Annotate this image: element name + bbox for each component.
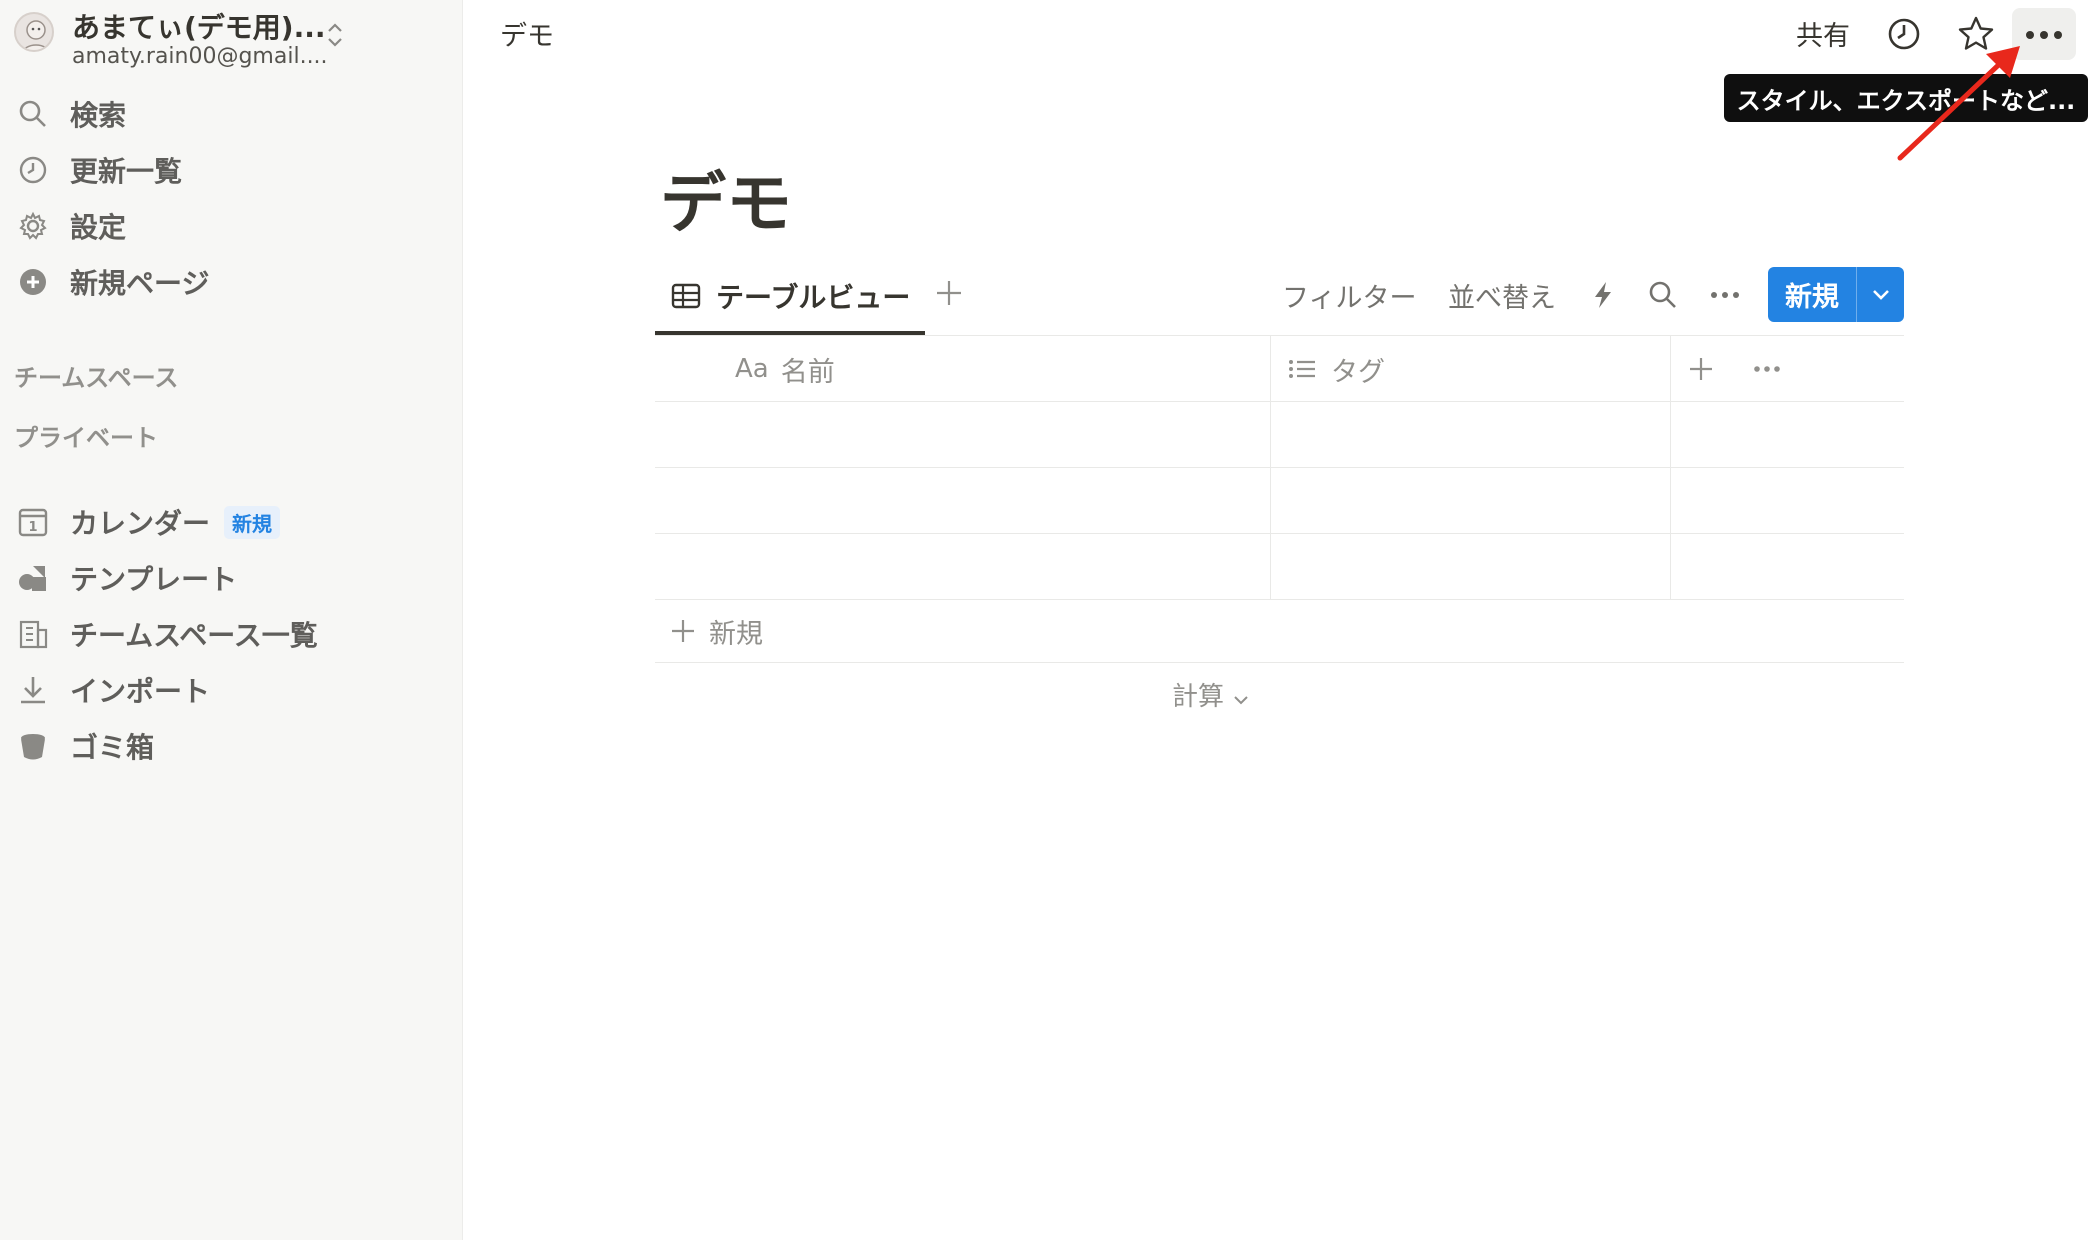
sidebar-item-label: 設定 [70,211,127,244]
table-row[interactable] [655,402,1904,468]
ellipsis-icon[interactable] [1708,278,1742,312]
add-view-icon[interactable] [934,278,964,308]
sidebar-item-templates[interactable]: テンプレート [16,556,237,600]
lightning-icon[interactable] [1586,278,1620,312]
table-icon [670,280,702,312]
share-button[interactable]: 共有 [1796,14,1850,53]
sidebar-item-label: カレンダー [70,507,211,540]
section-teamspace[interactable]: チームスペース [14,358,178,393]
sidebar-item-trash[interactable]: ゴミ箱 [16,724,154,768]
calculate-button[interactable]: 計算 [1172,676,1250,713]
column-header-name[interactable]: Aa 名前 [735,351,835,388]
column-header-tag[interactable]: タグ [1287,351,1385,388]
sidebar-item-label: 更新一覧 [70,155,183,188]
section-private[interactable]: プライベート [14,418,158,453]
table-row[interactable] [655,468,1904,534]
avatar [14,12,54,52]
divider [655,662,1904,663]
add-column-icon[interactable] [1687,351,1715,387]
sidebar-item-label: 新規ページ [70,267,210,300]
calendar-icon: 1 [16,505,50,539]
filter-button[interactable]: フィルター [1282,276,1416,315]
page-title[interactable]: デモ [660,150,792,246]
tab-label: テーブルビュー [716,281,911,314]
plus-circle-icon [16,265,50,299]
workspace-name: あまてぃ(デモ用)... [72,11,326,44]
column-label: 名前 [780,356,835,388]
workspace-email: amaty.rain00@gmail.... [72,44,328,69]
sidebar: あまてぃ(デモ用)... amaty.rain00@gmail.... 検索 更… [0,0,463,1240]
divider [655,335,1904,336]
shapes-icon [16,561,50,595]
chevron-down-icon[interactable] [1857,267,1904,322]
trash-icon [16,729,50,763]
calculate-label: 計算 [1172,682,1225,712]
new-button-label: 新規 [1785,282,1839,313]
table-row[interactable] [655,534,1904,600]
divider [655,599,1904,600]
new-button[interactable]: 新規 [1768,267,1904,322]
sidebar-item-updates[interactable]: 更新一覧 [16,148,182,192]
text-type-icon: Aa [735,354,769,384]
clock-icon [16,153,50,187]
sidebar-item-import[interactable]: インポート [16,668,210,712]
column-label: タグ [1331,356,1385,388]
chevron-updown-icon [324,20,346,50]
sidebar-item-new-page[interactable]: 新規ページ [16,260,209,304]
download-icon [16,673,50,707]
sidebar-item-label: 検索 [70,99,127,132]
new-badge: 新規 [224,505,281,539]
sort-button[interactable]: 並べ替え [1448,276,1556,315]
add-row-button[interactable]: 新規 [669,613,763,650]
sidebar-item-teamspaces[interactable]: チームスペース一覧 [16,612,318,656]
ellipsis-icon[interactable] [1753,351,1781,387]
plus-icon [669,617,697,645]
search-icon[interactable] [1646,278,1680,312]
building-icon [16,617,50,651]
sidebar-item-label: ゴミ箱 [70,731,155,764]
sidebar-item-label: インポート [70,675,211,708]
add-row-label: 新規 [709,618,763,650]
search-icon [16,97,50,131]
sidebar-item-search[interactable]: 検索 [16,92,126,136]
sidebar-item-label: テンプレート [70,563,238,596]
tab-table-view[interactable]: テーブルビュー [670,276,910,316]
breadcrumb[interactable]: デモ [500,14,554,53]
annotation-arrow-icon [1897,46,2020,161]
sidebar-item-label: チームスペース一覧 [70,619,318,652]
workspace-switcher[interactable]: あまてぃ(デモ用)... amaty.rain00@gmail.... [14,6,454,69]
sidebar-item-settings[interactable]: 設定 [16,204,126,248]
svg-text:1: 1 [28,520,37,535]
sidebar-item-calendar[interactable]: 1 カレンダー 新規 [16,500,281,544]
gear-icon [16,209,50,243]
chevron-down-icon [1232,686,1250,704]
list-icon [1287,354,1317,384]
